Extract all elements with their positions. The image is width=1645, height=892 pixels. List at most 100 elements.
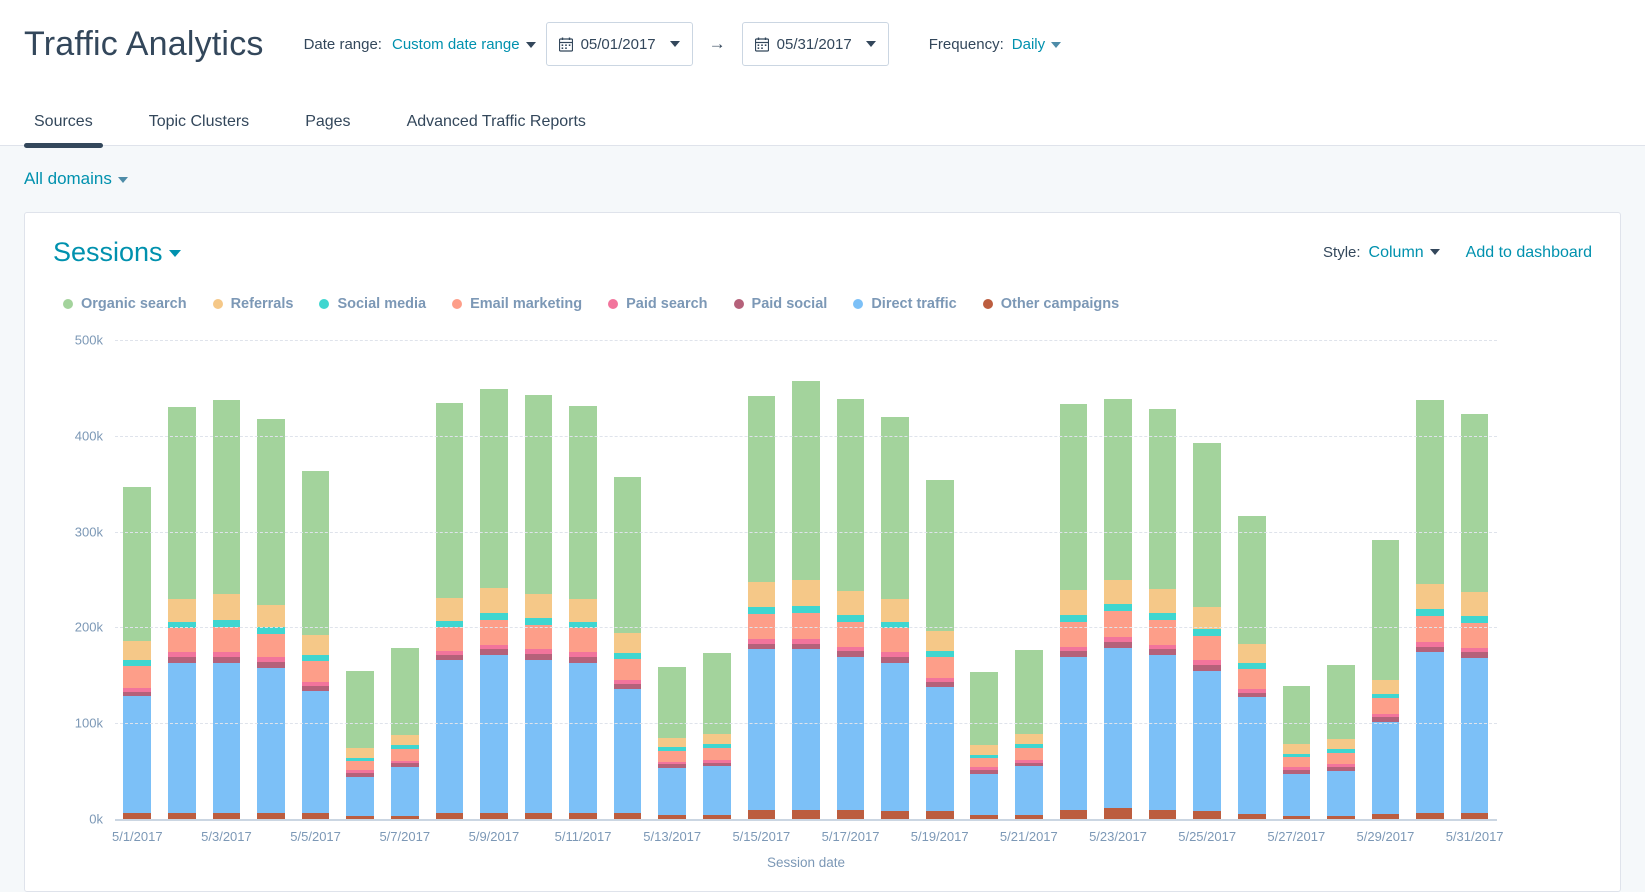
- bar-segment-referrals[interactable]: [1238, 644, 1266, 663]
- stacked-bar[interactable]: [257, 419, 285, 819]
- stacked-bar[interactable]: [1060, 404, 1088, 819]
- legend-item-email-marketing[interactable]: Email marketing: [452, 296, 582, 312]
- bar-segment-email-marketing[interactable]: [926, 657, 954, 678]
- bar-segment-other-campaigns[interactable]: [748, 810, 776, 819]
- bar-segment-direct-traffic[interactable]: [1416, 652, 1444, 813]
- bar-segment-referrals[interactable]: [1461, 592, 1489, 616]
- bar-segment-referrals[interactable]: [346, 748, 374, 758]
- bar-segment-email-marketing[interactable]: [1015, 748, 1043, 759]
- bar-segment-organic-search[interactable]: [1327, 665, 1355, 739]
- bar-segment-direct-traffic[interactable]: [1104, 648, 1132, 809]
- stacked-bar[interactable]: [748, 396, 776, 819]
- bar-segment-organic-search[interactable]: [302, 471, 330, 635]
- bar-segment-direct-traffic[interactable]: [257, 668, 285, 814]
- stacked-bar[interactable]: [658, 667, 686, 819]
- bar-segment-organic-search[interactable]: [1104, 399, 1132, 579]
- bar-segment-referrals[interactable]: [569, 599, 597, 622]
- bar-segment-referrals[interactable]: [1060, 590, 1088, 615]
- bar-segment-social-media[interactable]: [748, 607, 776, 614]
- bar-segment-organic-search[interactable]: [703, 653, 731, 733]
- stacked-bar[interactable]: [614, 477, 642, 819]
- stacked-bar[interactable]: [302, 471, 330, 819]
- bar-segment-referrals[interactable]: [391, 735, 419, 746]
- bar-segment-direct-traffic[interactable]: [168, 663, 196, 813]
- bar-segment-email-marketing[interactable]: [1149, 620, 1177, 645]
- date-range-selector[interactable]: Custom date range: [392, 36, 536, 53]
- stacked-bar[interactable]: [1283, 686, 1311, 819]
- bar-segment-social-media[interactable]: [1193, 629, 1221, 636]
- stacked-bar[interactable]: [1149, 409, 1177, 819]
- bar-segment-referrals[interactable]: [1283, 744, 1311, 754]
- bar-segment-other-campaigns[interactable]: [1104, 808, 1132, 819]
- bar-segment-email-marketing[interactable]: [837, 622, 865, 647]
- bar-segment-referrals[interactable]: [168, 599, 196, 622]
- bar-segment-direct-traffic[interactable]: [123, 696, 151, 813]
- bar-segment-direct-traffic[interactable]: [881, 663, 909, 811]
- bar-segment-referrals[interactable]: [970, 745, 998, 755]
- stacked-bar[interactable]: [792, 381, 820, 819]
- bar-segment-email-marketing[interactable]: [1283, 757, 1311, 768]
- bar-segment-referrals[interactable]: [614, 633, 642, 653]
- tab-advanced-traffic-reports[interactable]: Advanced Traffic Reports: [397, 113, 596, 145]
- legend-item-organic-search[interactable]: Organic search: [63, 296, 187, 312]
- bar-segment-referrals[interactable]: [1193, 607, 1221, 629]
- bar-segment-other-campaigns[interactable]: [1193, 811, 1221, 819]
- bar-segment-direct-traffic[interactable]: [970, 774, 998, 815]
- bar-segment-email-marketing[interactable]: [1416, 616, 1444, 642]
- bar-segment-other-campaigns[interactable]: [1060, 810, 1088, 819]
- stacked-bar[interactable]: [1327, 665, 1355, 819]
- bar-segment-organic-search[interactable]: [123, 487, 151, 641]
- start-date-picker[interactable]: 05/01/2017: [546, 22, 693, 66]
- bar-segment-referrals[interactable]: [748, 582, 776, 607]
- bar-segment-direct-traffic[interactable]: [926, 687, 954, 812]
- bar-segment-social-media[interactable]: [792, 606, 820, 613]
- frequency-selector[interactable]: Daily: [1012, 36, 1061, 53]
- bar-segment-social-media[interactable]: [837, 615, 865, 622]
- bar-segment-organic-search[interactable]: [1283, 686, 1311, 744]
- bar-segment-direct-traffic[interactable]: [748, 649, 776, 810]
- bar-segment-referrals[interactable]: [123, 641, 151, 660]
- bar-segment-organic-search[interactable]: [1416, 400, 1444, 584]
- bar-segment-organic-search[interactable]: [792, 381, 820, 579]
- bar-segment-email-marketing[interactable]: [614, 659, 642, 680]
- stacked-bar[interactable]: [1416, 400, 1444, 819]
- bar-segment-referrals[interactable]: [1327, 739, 1355, 750]
- bar-segment-direct-traffic[interactable]: [1193, 671, 1221, 812]
- bar-segment-referrals[interactable]: [257, 605, 285, 627]
- tab-pages[interactable]: Pages: [295, 113, 360, 145]
- bar-segment-email-marketing[interactable]: [970, 758, 998, 768]
- bar-segment-organic-search[interactable]: [926, 480, 954, 631]
- domain-filter[interactable]: All domains: [24, 169, 128, 189]
- bar-segment-email-marketing[interactable]: [1104, 611, 1132, 637]
- bar-segment-direct-traffic[interactable]: [1060, 657, 1088, 810]
- bar-segment-referrals[interactable]: [1015, 734, 1043, 745]
- stacked-bar[interactable]: [1104, 399, 1132, 819]
- bar-segment-direct-traffic[interactable]: [346, 777, 374, 816]
- bar-segment-organic-search[interactable]: [257, 419, 285, 606]
- bar-segment-email-marketing[interactable]: [123, 666, 151, 688]
- bar-segment-email-marketing[interactable]: [346, 761, 374, 771]
- bar-segment-direct-traffic[interactable]: [1015, 766, 1043, 815]
- stacked-bar[interactable]: [881, 417, 909, 819]
- bar-segment-email-marketing[interactable]: [1193, 636, 1221, 660]
- bar-segment-email-marketing[interactable]: [302, 661, 330, 682]
- stacked-bar[interactable]: [1461, 414, 1489, 819]
- bar-segment-direct-traffic[interactable]: [837, 657, 865, 810]
- add-to-dashboard-button[interactable]: Add to dashboard: [1466, 244, 1592, 262]
- bar-segment-other-campaigns[interactable]: [926, 811, 954, 819]
- bar-segment-direct-traffic[interactable]: [1461, 658, 1489, 813]
- bar-segment-organic-search[interactable]: [436, 403, 464, 597]
- bar-segment-direct-traffic[interactable]: [436, 660, 464, 813]
- bar-segment-organic-search[interactable]: [1238, 516, 1266, 643]
- bar-segment-direct-traffic[interactable]: [792, 649, 820, 810]
- bar-segment-direct-traffic[interactable]: [480, 655, 508, 813]
- stacked-bar[interactable]: [703, 653, 731, 819]
- bar-segment-referrals[interactable]: [837, 591, 865, 615]
- bar-segment-organic-search[interactable]: [525, 395, 553, 594]
- bar-segment-referrals[interactable]: [881, 599, 909, 622]
- bar-segment-other-campaigns[interactable]: [792, 810, 820, 819]
- bar-segment-email-marketing[interactable]: [168, 628, 196, 652]
- stacked-bar[interactable]: [1238, 516, 1266, 819]
- bar-segment-direct-traffic[interactable]: [302, 691, 330, 814]
- bar-segment-social-media[interactable]: [480, 613, 508, 620]
